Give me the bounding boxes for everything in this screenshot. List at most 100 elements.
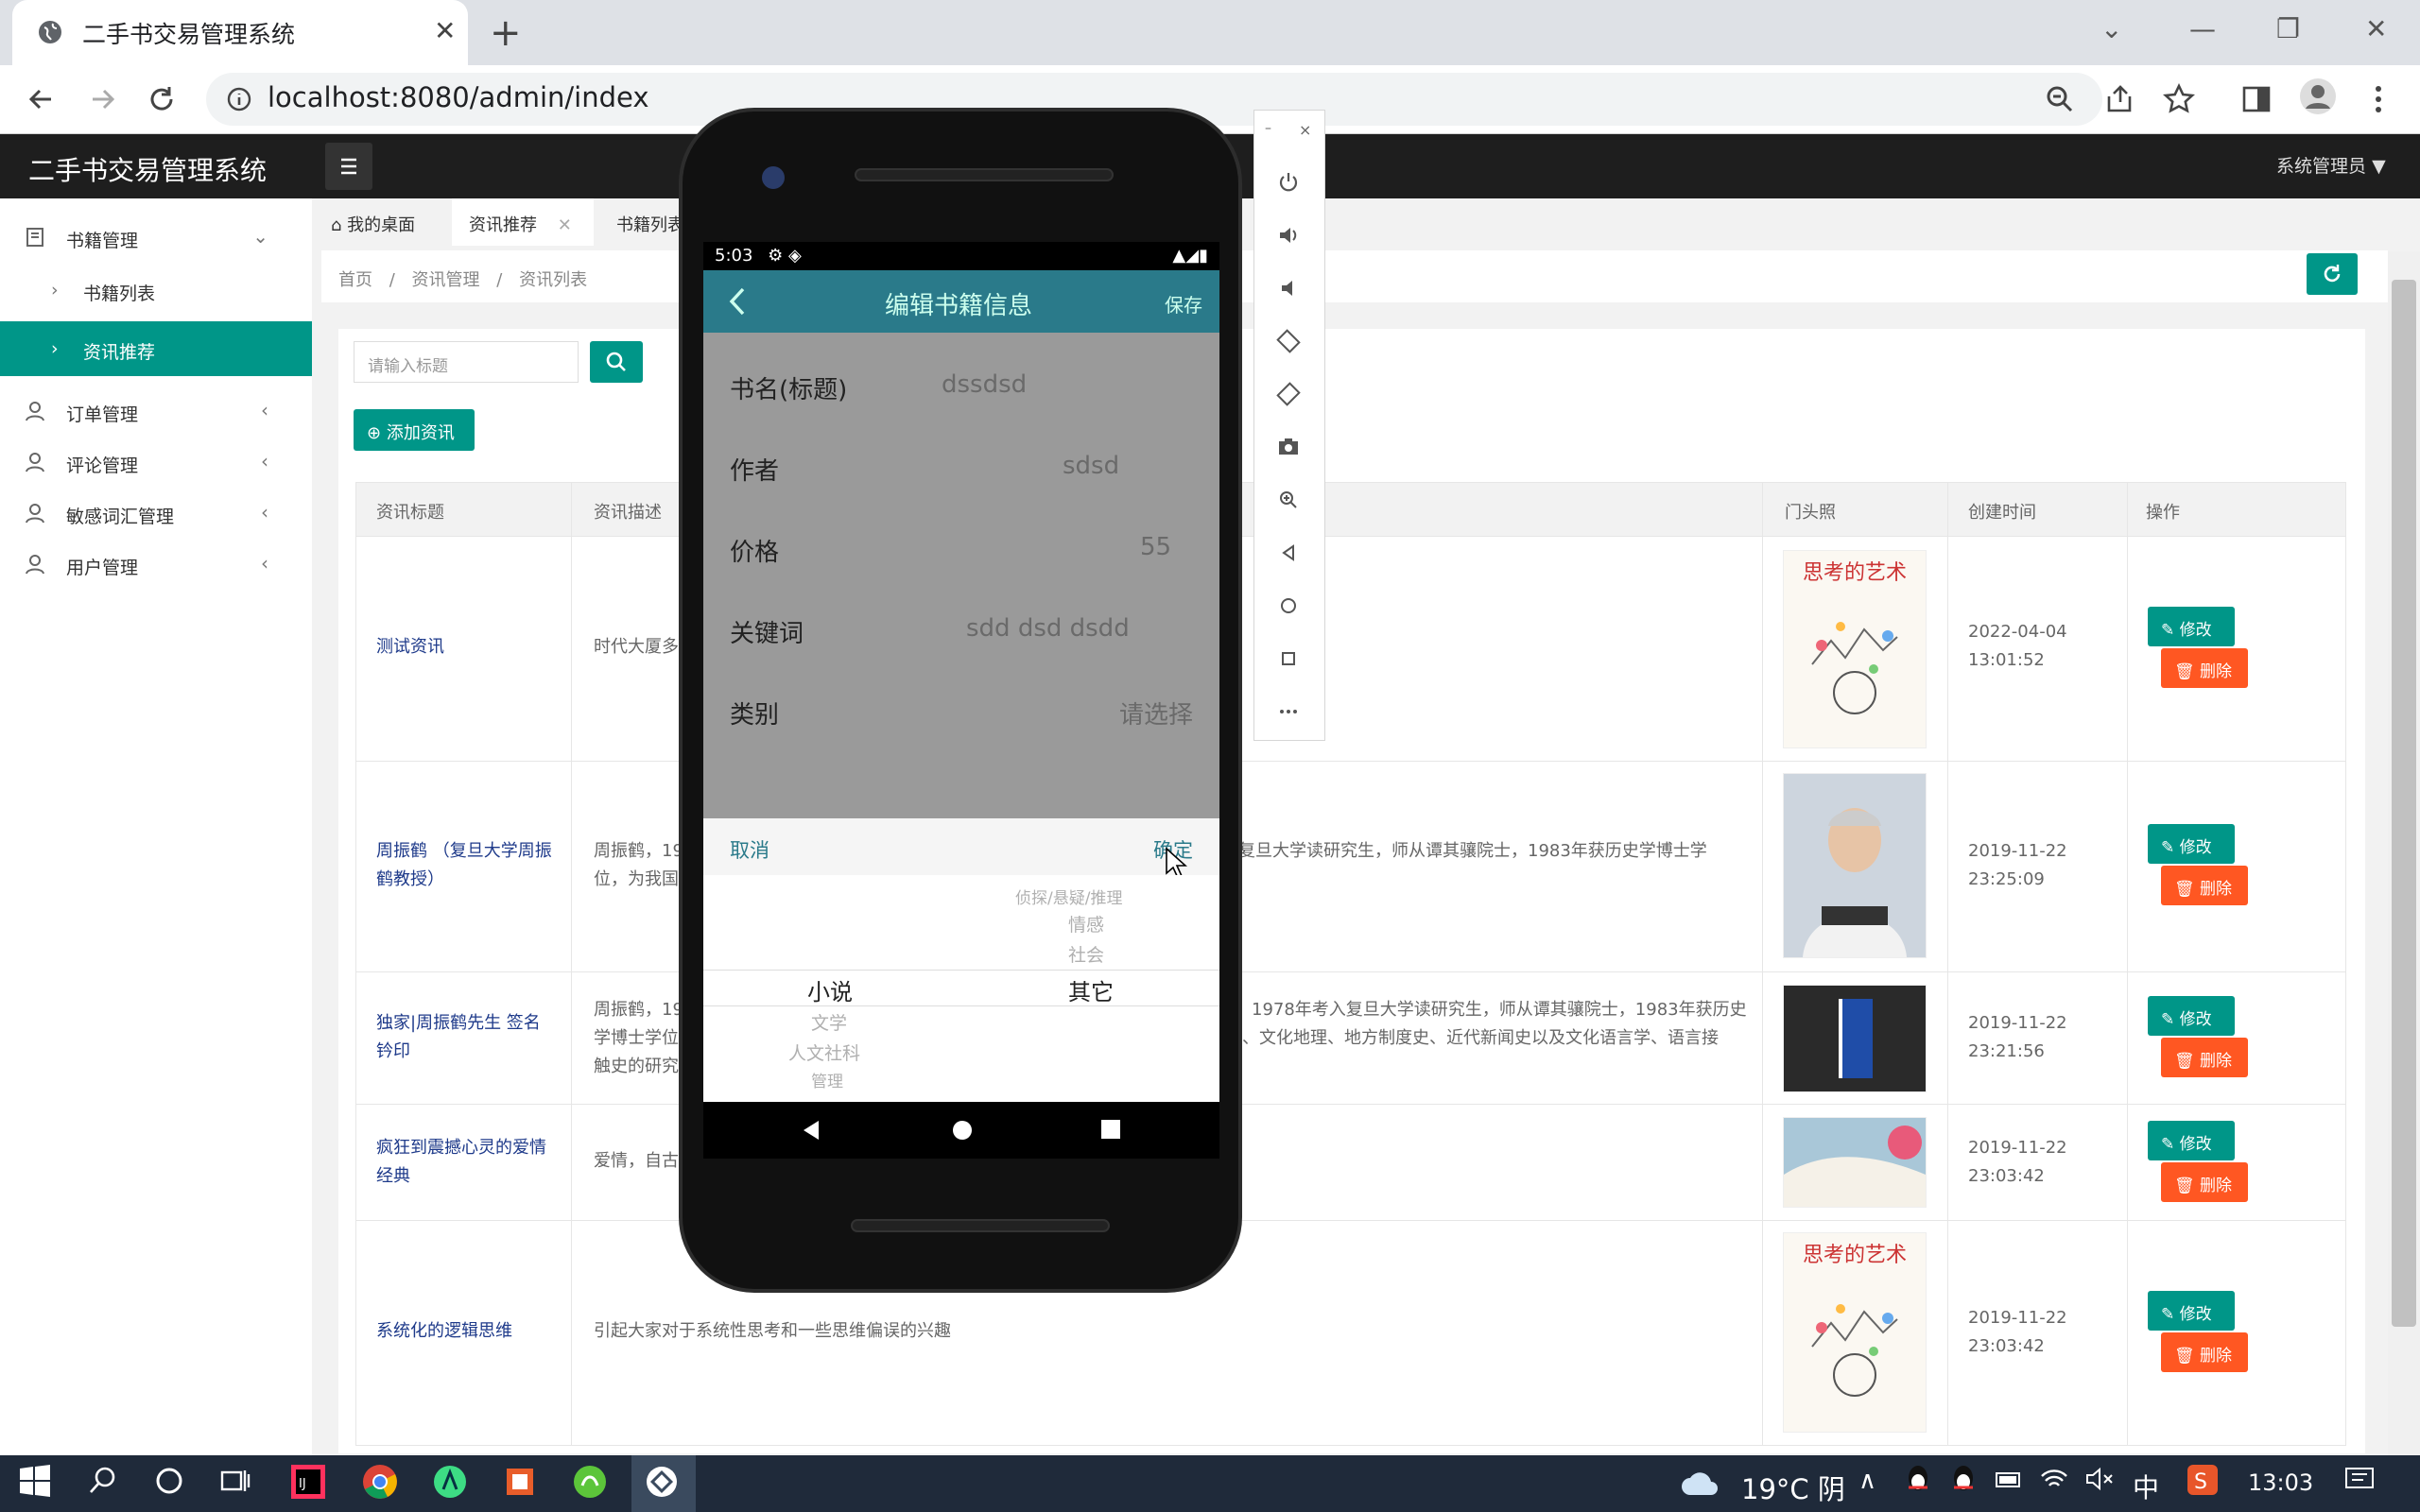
- volume-down-icon[interactable]: [1274, 274, 1303, 302]
- emulator-minimize-icon[interactable]: –: [1265, 121, 1271, 136]
- delete-button[interactable]: 🗑 删除: [2161, 866, 2248, 905]
- battery-icon[interactable]: [1993, 1463, 2025, 1495]
- windows-start-icon[interactable]: [17, 1463, 53, 1499]
- picker-selected-right[interactable]: 其它: [1068, 973, 1114, 1006]
- sidebar-item-news-recommend[interactable]: › 资讯推荐: [0, 321, 312, 376]
- nav-back-icon[interactable]: [800, 1119, 822, 1142]
- sidebar-item-sensitive-words[interactable]: 敏感词汇管理 ‹: [0, 488, 312, 539]
- cortana-icon[interactable]: [151, 1463, 187, 1499]
- volume-muted-icon[interactable]: [2083, 1463, 2116, 1495]
- minimize-icon[interactable]: —: [2189, 13, 2216, 44]
- nav-recents-icon[interactable]: [1100, 1119, 1121, 1140]
- more-options-icon[interactable]: [1274, 697, 1303, 726]
- close-tab-icon[interactable]: ✕: [558, 215, 572, 235]
- nav-home-icon[interactable]: [951, 1119, 974, 1142]
- qq-icon[interactable]: [1947, 1463, 1979, 1495]
- rotate-left-icon[interactable]: [1274, 327, 1303, 355]
- android-studio-icon[interactable]: [431, 1463, 469, 1501]
- picker-selected-left[interactable]: 小说: [807, 973, 853, 1006]
- volume-up-icon[interactable]: [1274, 221, 1303, 249]
- emulator-home-icon[interactable]: [1274, 592, 1303, 620]
- row-title-link[interactable]: 周振鹤 （复旦大学周振鹤教授）: [376, 837, 556, 894]
- wechat-dev-icon[interactable]: [571, 1463, 609, 1501]
- field-author-input[interactable]: sdsd: [1063, 452, 1119, 480]
- phone-save-button[interactable]: 保存: [1165, 290, 1202, 318]
- weather-text[interactable]: 19°C 阴: [1741, 1468, 1845, 1507]
- field-price-input[interactable]: 55: [1140, 533, 1171, 561]
- picker-option[interactable]: 侦探/悬疑/推理: [1015, 885, 1122, 908]
- edit-button[interactable]: ✎ 修改: [2148, 1121, 2235, 1160]
- reload-icon[interactable]: [146, 83, 178, 115]
- edit-button[interactable]: ✎ 修改: [2148, 824, 2235, 864]
- breadcrumb-home[interactable]: 首页: [338, 270, 372, 290]
- sogou-input-icon[interactable]: S: [2186, 1463, 2220, 1497]
- close-tab-icon[interactable]: ✕: [434, 15, 456, 46]
- back-icon[interactable]: [25, 83, 57, 115]
- picker-option[interactable]: 管理: [811, 1068, 843, 1091]
- row-title-link[interactable]: 测试资讯: [376, 633, 444, 662]
- search-button[interactable]: [590, 341, 643, 383]
- delete-button[interactable]: 🗑 删除: [2161, 1332, 2248, 1372]
- close-window-icon[interactable]: ✕: [2365, 13, 2387, 44]
- browser-tab[interactable]: 二手书交易管理系统 ✕: [12, 0, 468, 65]
- emulator-overview-icon[interactable]: [1274, 644, 1303, 673]
- field-title-input[interactable]: dssdsd: [942, 370, 1027, 399]
- zoom-in-icon[interactable]: [1274, 486, 1303, 514]
- share-icon[interactable]: [2104, 83, 2136, 115]
- row-title-link[interactable]: 系统化的逻辑思维: [376, 1317, 512, 1346]
- qq-icon[interactable]: [1902, 1463, 1934, 1495]
- restore-icon[interactable]: ❐: [2276, 13, 2300, 44]
- profile-avatar-icon[interactable]: [2299, 77, 2337, 115]
- admin-user-menu[interactable]: 系统管理员 ▼: [2276, 152, 2386, 178]
- edit-button[interactable]: ✎ 修改: [2148, 607, 2235, 646]
- wifi-icon[interactable]: [2038, 1463, 2070, 1495]
- picker-option[interactable]: 文学: [811, 1009, 847, 1035]
- delete-button[interactable]: 🗑 删除: [2161, 648, 2248, 688]
- browser-menu-icon[interactable]: [2369, 83, 2388, 115]
- picker-option[interactable]: 社会: [1068, 941, 1104, 967]
- back-arrow-icon[interactable]: [726, 285, 749, 318]
- emulator-back-icon[interactable]: [1274, 539, 1303, 567]
- picker-option[interactable]: 情感: [1068, 911, 1104, 936]
- url-text[interactable]: localhost:8080/admin/index: [268, 81, 649, 113]
- edit-button[interactable]: ✎ 修改: [2148, 996, 2235, 1036]
- office-app-icon[interactable]: [501, 1463, 539, 1501]
- chrome-icon[interactable]: [361, 1463, 399, 1501]
- forward-icon[interactable]: [87, 83, 119, 115]
- rotate-right-icon[interactable]: [1274, 380, 1303, 408]
- emulator-close-icon[interactable]: ×: [1299, 121, 1311, 139]
- menu-toggle-button[interactable]: [325, 143, 372, 190]
- notification-icon[interactable]: [2342, 1463, 2377, 1497]
- picker-option[interactable]: 人文社科: [788, 1040, 860, 1065]
- sidebar-item-orders[interactable]: 订单管理 ‹: [0, 386, 312, 437]
- power-icon[interactable]: [1274, 168, 1303, 197]
- tray-expand-icon[interactable]: ∧: [1858, 1467, 1876, 1495]
- new-tab-icon[interactable]: +: [490, 11, 522, 55]
- search-icon[interactable]: [85, 1463, 121, 1499]
- task-view-icon[interactable]: [217, 1463, 253, 1499]
- category-picker[interactable]: [703, 875, 1219, 1102]
- delete-button[interactable]: 🗑 删除: [2161, 1038, 2248, 1077]
- picker-cancel-button[interactable]: 取消: [730, 835, 769, 864]
- bookmark-star-icon[interactable]: [2163, 83, 2195, 115]
- tab-search-icon[interactable]: ⌄: [2100, 13, 2122, 44]
- tab-desktop[interactable]: ⌂ 我的桌面: [331, 198, 444, 246]
- zoom-icon[interactable]: [2044, 83, 2076, 115]
- title-search-input[interactable]: 请输入标题: [354, 341, 579, 383]
- row-title-link[interactable]: 疯狂到震撼心灵的爱情经典: [376, 1134, 556, 1191]
- intellij-idea-icon[interactable]: IJ: [289, 1463, 327, 1501]
- sidebar-item-book-list[interactable]: › 书籍列表: [0, 265, 312, 316]
- edit-button[interactable]: ✎ 修改: [2148, 1291, 2235, 1331]
- side-panel-icon[interactable]: [2240, 83, 2273, 115]
- field-category-select[interactable]: 请选择: [1119, 696, 1193, 730]
- sidebar-item-users[interactable]: 用户管理 ‹: [0, 539, 312, 590]
- add-news-button[interactable]: ⊕ 添加资讯: [354, 409, 475, 451]
- sidebar-item-comments[interactable]: 评论管理 ‹: [0, 437, 312, 488]
- sidebar-item-book-management[interactable]: 书籍管理 ⌄: [0, 212, 312, 263]
- site-info-icon[interactable]: [227, 87, 251, 112]
- clock-time[interactable]: 13:03: [2248, 1469, 2313, 1496]
- row-title-link[interactable]: 独家|周振鹤先生 签名钤印: [376, 1009, 556, 1066]
- emulator-app-icon[interactable]: [643, 1463, 681, 1501]
- delete-button[interactable]: 🗑 删除: [2161, 1162, 2248, 1202]
- scrollbar-thumb[interactable]: [2392, 280, 2416, 1327]
